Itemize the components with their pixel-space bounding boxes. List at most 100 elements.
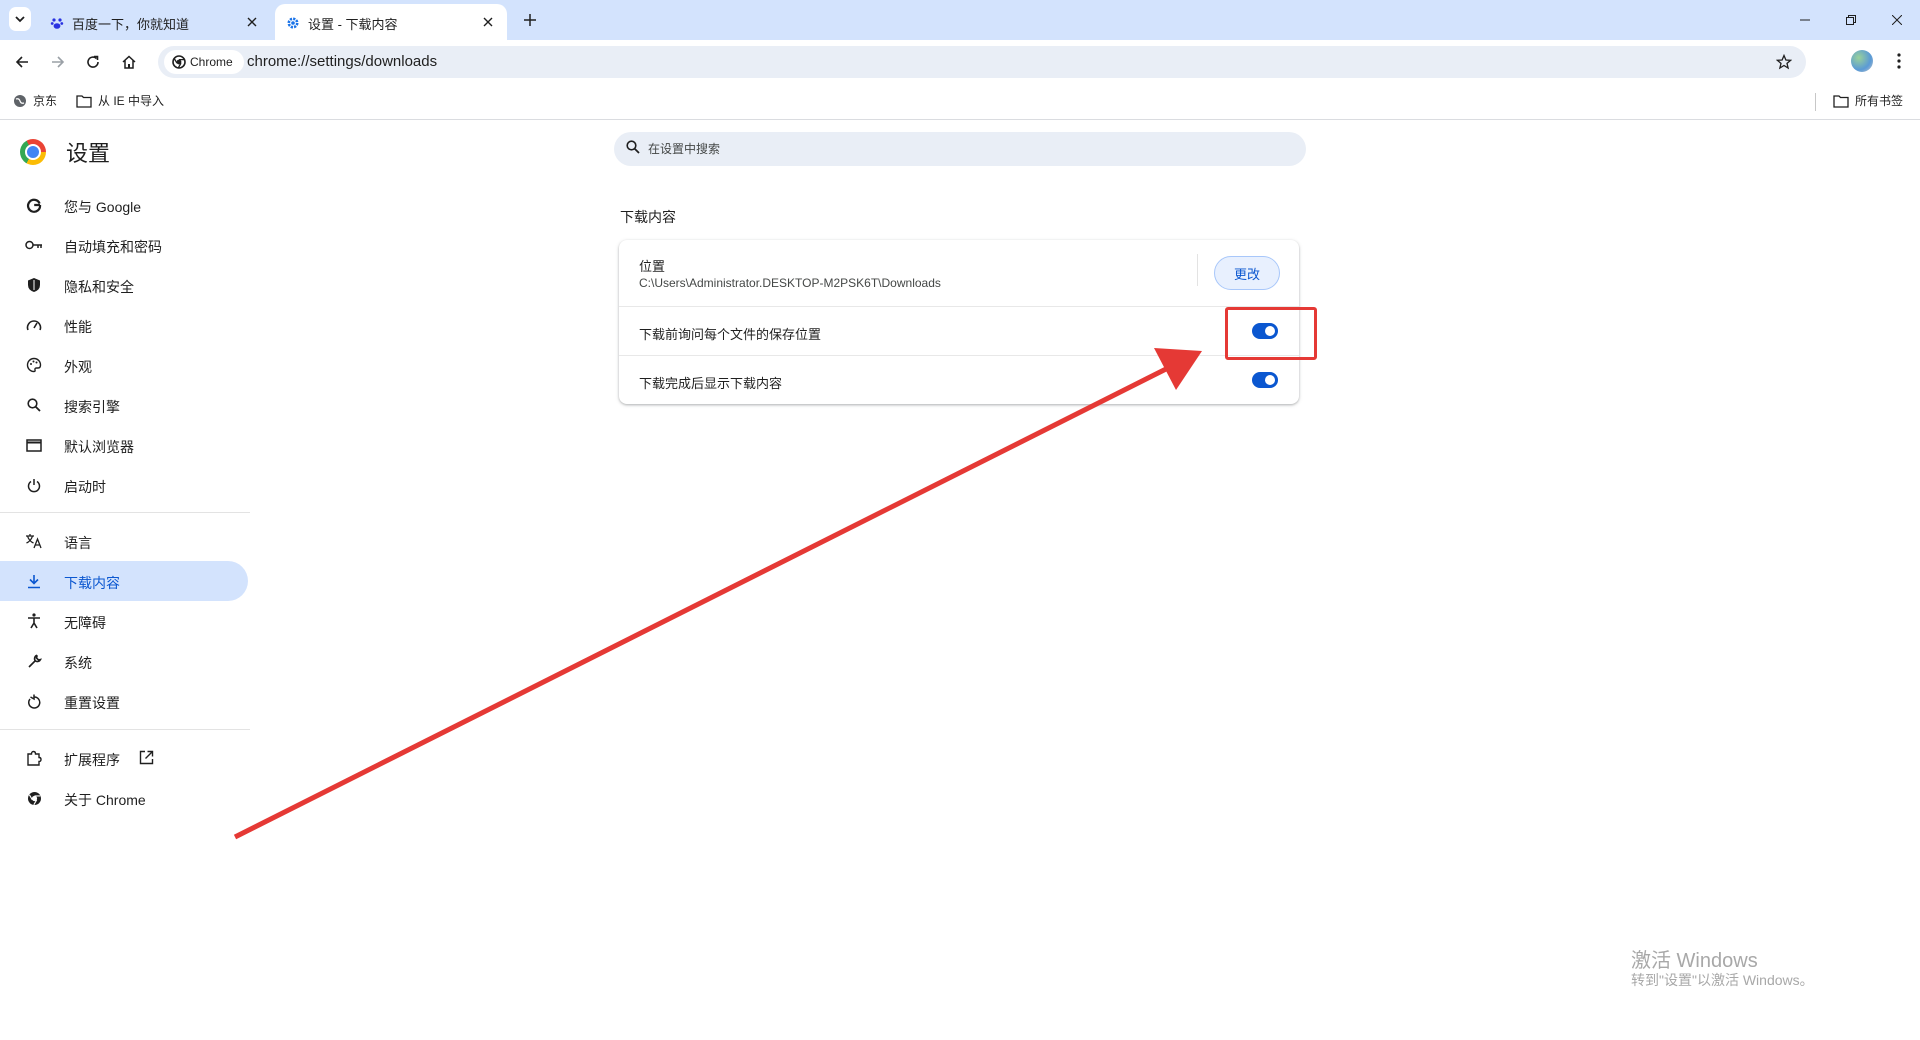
sidebar-item-label: 性能 — [64, 319, 92, 335]
sidebar-item-reset[interactable]: 重置设置 — [0, 681, 248, 721]
section-title: 下载内容 — [620, 209, 676, 225]
sidebar-item-label: 默认浏览器 — [64, 439, 134, 455]
forward-button[interactable] — [44, 48, 72, 76]
translate-icon — [24, 531, 44, 551]
tab-title: 设置 - 下载内容 — [308, 17, 398, 32]
sidebar-item-label: 关于 Chrome — [64, 792, 146, 808]
open-in-new-icon — [139, 750, 154, 768]
sidebar-item-performance[interactable]: 性能 — [0, 305, 248, 345]
minimize-button[interactable] — [1782, 0, 1828, 40]
profile-avatar[interactable] — [1851, 50, 1873, 72]
sidebar-item-label: 隐私和安全 — [64, 279, 134, 295]
sidebar-item-accessibility[interactable]: 无障碍 — [0, 601, 248, 641]
sidebar-item-privacy[interactable]: 隐私和安全 — [0, 265, 248, 305]
settings-search-bar[interactable] — [614, 132, 1306, 166]
arrow-left-icon — [15, 56, 28, 68]
sidebar-item-default-browser[interactable]: 默认浏览器 — [0, 425, 248, 465]
show-when-done-toggle[interactable] — [1252, 372, 1278, 388]
new-tab-button[interactable] — [519, 9, 541, 31]
location-label: 位置 — [639, 259, 666, 274]
back-button[interactable] — [8, 48, 36, 76]
sidebar-item-label: 无障碍 — [64, 615, 106, 631]
activation-watermark-subtitle: 转到"设置"以激活 Windows。 — [1631, 972, 1814, 988]
tab-settings-downloads[interactable]: 设置 - 下载内容 — [275, 4, 507, 40]
sidebar-item-label: 扩展程序 — [64, 752, 120, 768]
tab-title: 百度一下，你就知道 — [72, 17, 190, 32]
sidebar-item-label: 搜索引擎 — [64, 399, 120, 415]
sidebar-item-label: 下载内容 — [64, 575, 120, 591]
google-g-icon — [24, 195, 44, 215]
site-info-chip[interactable]: Chrome — [164, 50, 244, 74]
url-text[interactable]: chrome://settings/downloads — [247, 53, 437, 70]
restore-button[interactable] — [1828, 0, 1874, 40]
tab-baidu[interactable]: 百度一下，你就知道 — [39, 4, 271, 40]
browser-toolbar: Chrome chrome://settings/downloads — [0, 40, 1920, 84]
window-close-button[interactable] — [1874, 0, 1920, 40]
sidebar-item-label: 语言 — [64, 535, 92, 551]
accessibility-icon — [24, 611, 44, 631]
location-row: 位置 C:\Users\Administrator.DESKTOP-M2PSK6… — [619, 240, 1299, 306]
bookmark-jd[interactable]: 京东 — [13, 92, 57, 109]
home-button[interactable] — [115, 48, 143, 76]
minimize-icon — [1800, 19, 1810, 21]
restore-icon — [1846, 15, 1856, 25]
sidebar-item-appearance[interactable]: 外观 — [0, 345, 248, 385]
star-icon — [1776, 54, 1792, 70]
search-icon — [24, 395, 44, 415]
bookmark-import-ie[interactable]: 从 IE 中导入 — [76, 92, 164, 109]
plus-icon — [524, 14, 536, 26]
folder-icon — [76, 94, 92, 108]
sidebar-item-languages[interactable]: 语言 — [0, 521, 248, 561]
site-chip-label: Chrome — [190, 55, 233, 69]
bookmarks-divider — [1815, 93, 1816, 111]
sidebar-item-autofill[interactable]: 自动填充和密码 — [0, 225, 248, 265]
sidebar-item-on-startup[interactable]: 启动时 — [0, 465, 248, 505]
sidebar-item-label: 重置设置 — [64, 695, 120, 711]
chrome-menu-button[interactable] — [1888, 50, 1910, 72]
chevron-down-icon — [15, 16, 25, 23]
globe-icon — [14, 94, 26, 107]
page-title: 设置 — [66, 141, 111, 166]
puzzle-icon — [24, 748, 44, 768]
sidebar-item-search-engine[interactable]: 搜索引擎 — [0, 385, 248, 425]
activation-watermark-title: 激活 Windows — [1631, 950, 1758, 972]
gear-icon — [285, 15, 301, 31]
sidebar-item-extensions[interactable]: 扩展程序 — [0, 738, 248, 778]
key-icon — [24, 235, 44, 255]
baidu-paw-icon — [49, 15, 65, 31]
bookmark-label: 京东 — [33, 94, 58, 108]
browser-window-icon — [24, 435, 44, 455]
sidebar-item-you-and-google[interactable]: 您与 Google — [0, 185, 248, 225]
close-icon[interactable] — [479, 13, 497, 31]
annotation-highlight-box — [1225, 307, 1317, 360]
sidebar-divider — [0, 512, 250, 513]
sidebar-item-system[interactable]: 系统 — [0, 641, 248, 681]
all-bookmarks-button[interactable]: 所有书签 — [1833, 92, 1903, 109]
sidebar-item-label: 外观 — [64, 359, 92, 375]
show-when-done-row[interactable]: 下载完成后显示下载内容 — [619, 355, 1299, 404]
sidebar-item-label: 自动填充和密码 — [64, 239, 162, 255]
tab-search-button[interactable] — [9, 7, 31, 31]
bookmark-star-button[interactable] — [1774, 52, 1794, 72]
downloads-settings-card: 位置 C:\Users\Administrator.DESKTOP-M2PSK6… — [619, 240, 1299, 404]
search-input[interactable] — [648, 140, 1288, 158]
sidebar-item-label: 您与 Google — [64, 199, 142, 215]
location-path: C:\Users\Administrator.DESKTOP-M2PSK6T\D… — [639, 276, 941, 290]
all-bookmarks-label: 所有书签 — [1855, 94, 1904, 108]
reload-icon — [87, 55, 99, 68]
sidebar-item-downloads[interactable]: 下载内容 — [0, 561, 248, 601]
settings-header: 设置 — [20, 136, 110, 168]
folder-icon — [1833, 94, 1849, 108]
close-icon[interactable] — [243, 13, 261, 31]
sidebar-item-about-chrome[interactable]: 关于 Chrome — [0, 778, 248, 818]
bookmark-label: 从 IE 中导入 — [98, 94, 165, 108]
show-when-done-label: 下载完成后显示下载内容 — [639, 376, 783, 391]
change-location-button[interactable]: 更改 — [1214, 256, 1280, 290]
tab-strip: 百度一下，你就知道 设置 - 下载内容 — [0, 0, 1920, 40]
row-divider — [1197, 254, 1198, 286]
home-icon — [122, 55, 136, 69]
address-bar[interactable]: Chrome chrome://settings/downloads — [158, 46, 1806, 78]
chrome-icon — [24, 788, 44, 808]
reload-button[interactable] — [79, 48, 107, 76]
ask-where-row[interactable]: 下载前询问每个文件的保存位置 — [619, 306, 1299, 355]
